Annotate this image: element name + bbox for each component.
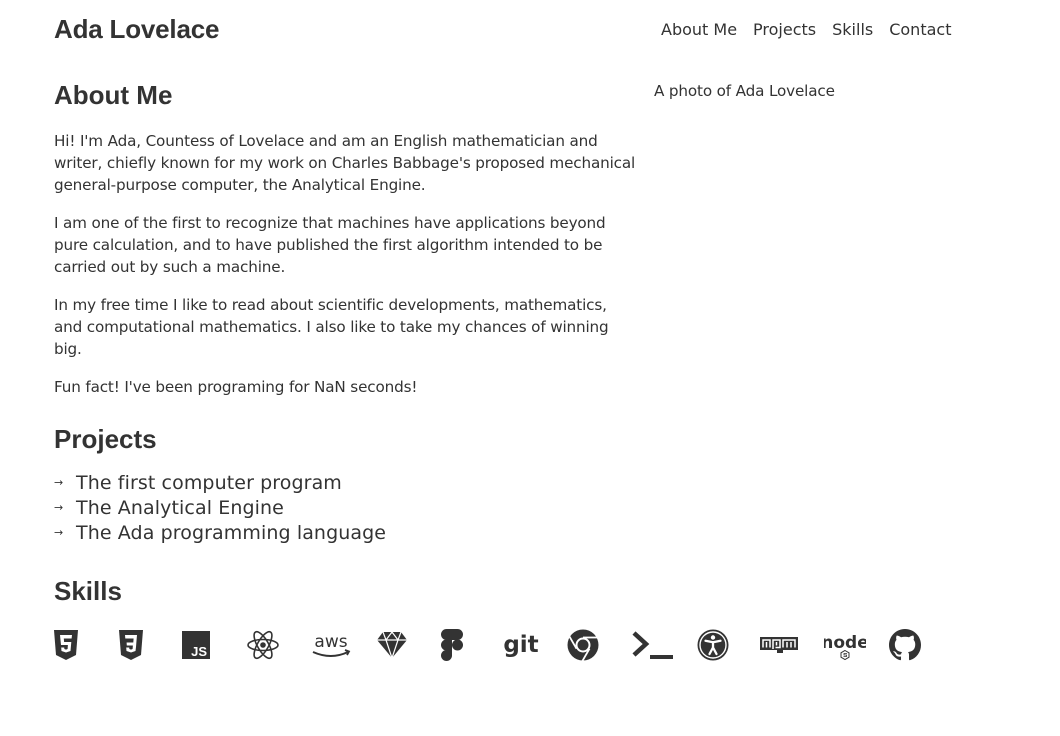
main-nav: About Me Projects Skills Contact: [661, 20, 967, 39]
about-text: Hi! I'm Ada, Countess of Lovelace and am…: [54, 130, 639, 414]
nav-about-me[interactable]: About Me: [661, 20, 737, 39]
accessibility-icon: [697, 626, 729, 664]
about-paragraph: In my free time I like to read about sci…: [54, 296, 609, 358]
fun-fact: Fun fact! I've been programing for NaN s…: [54, 378, 418, 396]
nodejs-icon: node: [824, 626, 866, 664]
projects-heading: Projects: [54, 424, 157, 454]
project-link[interactable]: The first computer program: [76, 472, 342, 494]
npm-icon: [760, 626, 798, 664]
site-name: Ada Lovelace: [54, 14, 220, 44]
react-icon: [246, 626, 280, 664]
project-link[interactable]: The Analytical Engine: [76, 497, 284, 519]
arrow-right-icon: →: [54, 501, 64, 514]
aws-label: aws: [314, 632, 347, 652]
terminal-icon: [632, 626, 674, 664]
project-item: → The first computer program: [54, 470, 386, 495]
about-paragraph: Hi! I'm Ada, Countess of Lovelace and am…: [54, 132, 636, 194]
about-paragraph: I am one of the first to recognize that …: [54, 214, 606, 276]
nav-projects[interactable]: Projects: [753, 20, 816, 39]
project-link[interactable]: The Ada programming language: [76, 522, 386, 544]
html5-icon: [54, 626, 78, 664]
profile-photo: A photo of Ada Lovelace: [654, 82, 835, 100]
nav-contact[interactable]: Contact: [889, 20, 951, 39]
git-label: git: [503, 632, 538, 658]
aws-icon: aws: [310, 626, 352, 664]
js-label: JS: [191, 644, 207, 659]
projects-list: → The first computer program → The Analy…: [54, 470, 386, 545]
about-heading: About Me: [54, 80, 173, 110]
sketch-icon: [376, 626, 408, 664]
css3-icon: [119, 626, 143, 664]
github-icon: [889, 626, 921, 664]
chrome-icon: [567, 626, 599, 664]
git-icon: git: [502, 626, 540, 664]
nav-skills[interactable]: Skills: [832, 20, 873, 39]
skills-icons: JS aws git node: [54, 626, 934, 666]
javascript-icon: JS: [182, 626, 210, 664]
arrow-right-icon: →: [54, 476, 64, 489]
figma-icon: [441, 626, 463, 664]
project-item: → The Analytical Engine: [54, 495, 386, 520]
arrow-right-icon: →: [54, 526, 64, 539]
project-item: → The Ada programming language: [54, 520, 386, 545]
skills-heading: Skills: [54, 576, 122, 606]
